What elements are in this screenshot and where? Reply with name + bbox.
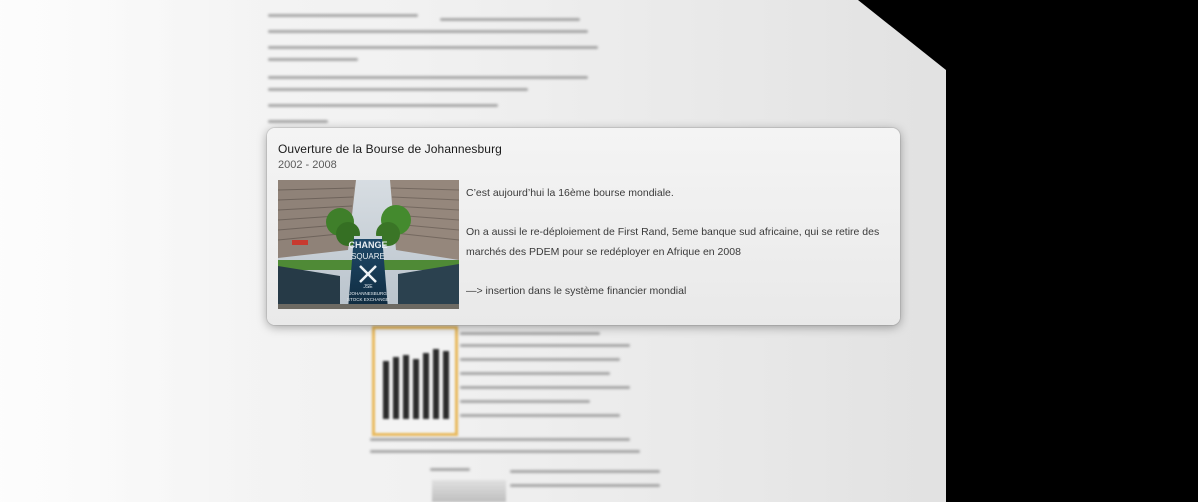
blurred-text-line <box>268 88 528 91</box>
description-paragraph: C’est aujourd’hui la 16ème bourse mondia… <box>466 187 674 199</box>
blurred-text-line <box>370 438 630 441</box>
svg-text:STOCK EXCHANGE: STOCK EXCHANGE <box>347 297 389 302</box>
blurred-text-line <box>268 14 418 17</box>
event-date-range: 2002 - 2008 <box>278 159 337 171</box>
blurred-text-line <box>460 400 590 403</box>
blurred-text-line <box>460 344 630 347</box>
blurred-text-line <box>268 58 358 61</box>
blurred-text-line <box>268 46 598 49</box>
blurred-text-line <box>268 30 588 33</box>
svg-text:JOHANNESBURG: JOHANNESBURG <box>349 291 387 296</box>
svg-text:SQUARE: SQUARE <box>351 252 385 261</box>
page-edge-shade <box>0 0 260 502</box>
blurred-text-line <box>460 414 620 417</box>
event-popover-card[interactable]: Ouverture de la Bourse de Johannesburg 2… <box>267 128 900 325</box>
description-paragraph: —> insertion dans le système financier m… <box>466 285 687 297</box>
blurred-text-line <box>510 470 660 473</box>
blurred-text-line <box>430 468 470 471</box>
blurred-text-line <box>460 358 620 361</box>
blurred-text-line <box>268 76 588 79</box>
blurred-text-line <box>460 332 600 335</box>
blurred-bar-chart <box>372 326 458 436</box>
blurred-text-line <box>268 120 328 123</box>
blurred-text-line <box>370 450 640 453</box>
event-title: Ouverture de la Bourse de Johannesburg <box>278 142 502 156</box>
blurred-text-line <box>460 386 630 389</box>
blurred-thumbnail <box>432 480 506 502</box>
svg-text:CHANGE: CHANGE <box>348 240 387 250</box>
svg-text:JSE: JSE <box>363 284 373 290</box>
event-description: C’est aujourd’hui la 16ème bourse mondia… <box>466 183 891 301</box>
blurred-text-line <box>268 104 498 107</box>
johannesburg-stock-exchange-photo[interactable]: CHANGE SQUARE JSE JOHANNESBURG STOCK EXC… <box>278 180 459 309</box>
description-paragraph: On a aussi le re-déploiement de First Ra… <box>466 226 880 258</box>
blurred-text-line <box>460 372 610 375</box>
blurred-text-line <box>440 18 580 21</box>
blurred-text-line <box>510 484 660 487</box>
